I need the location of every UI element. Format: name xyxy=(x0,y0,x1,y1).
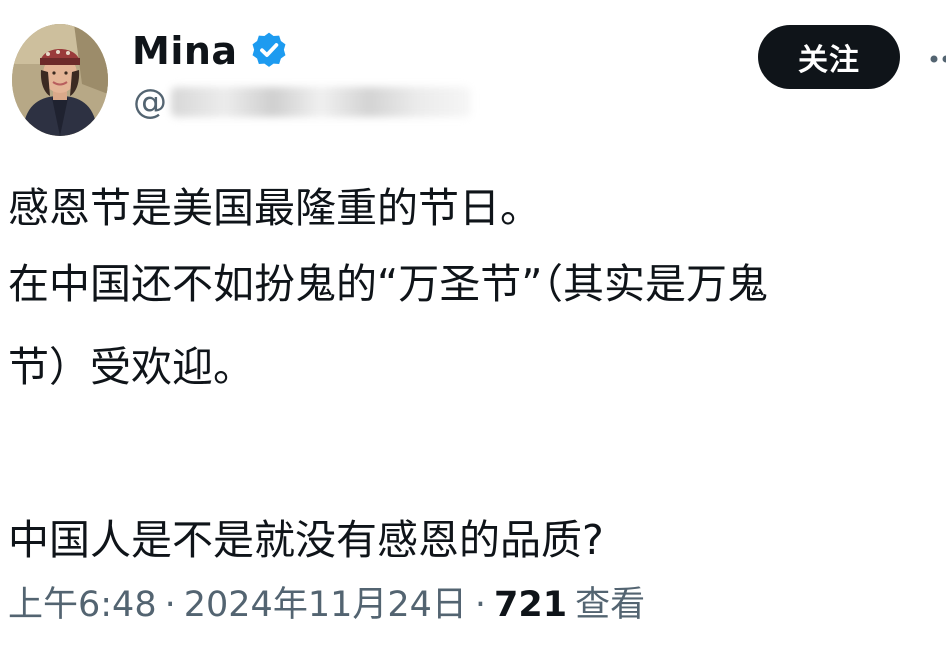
author-name-row[interactable]: Mina xyxy=(132,28,290,74)
meta-separator: · xyxy=(164,585,176,625)
tweet-text-line: 节）受欢迎。 xyxy=(8,343,254,391)
tweet-time[interactable]: 上午6:48 xyxy=(8,580,157,630)
avatar[interactable] xyxy=(12,24,108,136)
handle-prefix: @ xyxy=(133,82,167,122)
tweet-meta: 上午6:48 · 2024年11月24日 · 721 查看 xyxy=(8,580,645,630)
follow-button[interactable]: 关注 xyxy=(758,25,900,89)
more-options-icon[interactable] xyxy=(928,44,946,74)
tweet-text-line: 在中国还不如扮鬼的“万圣节”（其实是万鬼 xyxy=(8,260,768,308)
avatar-image xyxy=(12,24,108,136)
view-label: 查看 xyxy=(575,585,646,625)
tweet-text-line: 感恩节是美国最隆重的节日。 xyxy=(8,184,541,232)
handle-redacted xyxy=(171,87,471,117)
verified-badge-icon xyxy=(248,30,290,72)
meta-separator: · xyxy=(474,585,487,625)
tweet-date[interactable]: 2024年11月24日 xyxy=(184,580,467,630)
handle-row[interactable]: @ xyxy=(133,80,471,124)
display-name[interactable]: Mina xyxy=(132,28,238,74)
tweet-card: Mina @ 关注 感恩节是美国最隆重的节日。 在中国还不如扮鬼的“万圣节”（其… xyxy=(0,0,946,648)
view-count: 721 xyxy=(494,585,568,625)
tweet-text-line: 中国人是不是就没有感恩的品质? xyxy=(8,516,604,564)
